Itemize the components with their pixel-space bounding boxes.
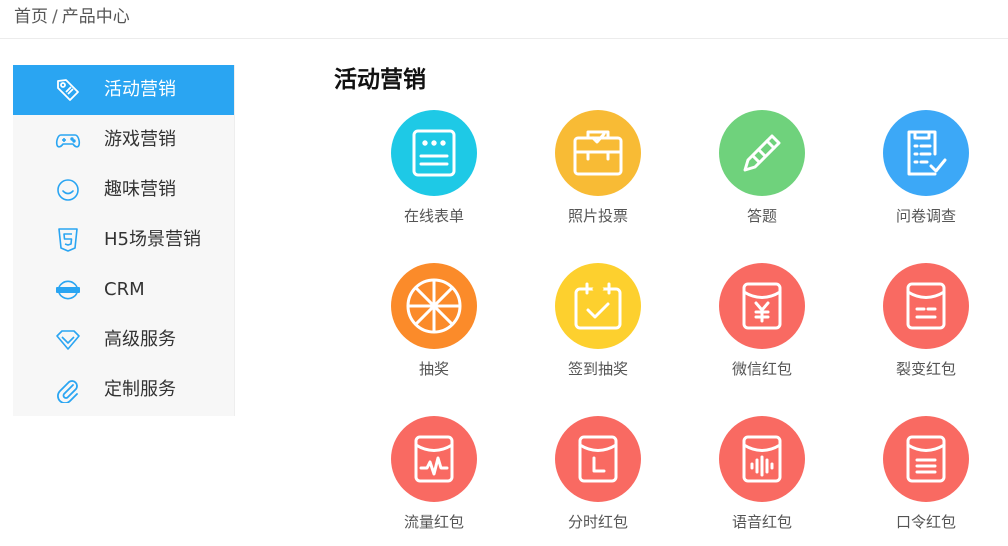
sidebar-item-h5-marketing[interactable]: H5场景营销 bbox=[13, 215, 234, 265]
breadcrumb-separator: / bbox=[52, 7, 58, 27]
breadcrumb: 首页 / 产品中心 bbox=[0, 0, 1008, 39]
section-title: 活动营销 bbox=[334, 67, 426, 93]
breadcrumb-current: 产品中心 bbox=[61, 7, 130, 27]
html5-icon bbox=[55, 227, 81, 253]
sidebar-item-activity-marketing[interactable]: 活动营销 bbox=[13, 65, 234, 115]
product-timed-red-envelope[interactable]: 分时红包 bbox=[538, 416, 658, 546]
product-label: 问卷调查 bbox=[895, 207, 956, 225]
red-envelope-yen-icon bbox=[719, 263, 805, 349]
product-wechat-red-envelope[interactable]: 微信红包 bbox=[702, 263, 822, 393]
product-label: 答题 bbox=[746, 207, 777, 225]
product-lottery[interactable]: 抽奖 bbox=[374, 263, 494, 393]
red-envelope-password-icon bbox=[883, 416, 969, 502]
product-checkin-lottery[interactable]: 签到抽奖 bbox=[538, 263, 658, 393]
sidebar-item-advanced-service[interactable]: 高级服务 bbox=[13, 315, 234, 365]
sidebar-item-label: 活动营销 bbox=[104, 79, 176, 100]
sidebar-item-custom-service[interactable]: 定制服务 bbox=[13, 365, 234, 415]
product-quiz[interactable]: 答题 bbox=[702, 110, 822, 240]
breadcrumb-home-link[interactable]: 首页 bbox=[14, 7, 48, 27]
product-online-form[interactable]: 在线表单 bbox=[374, 110, 494, 240]
survey-checklist-icon bbox=[883, 110, 969, 196]
form-icon bbox=[391, 110, 477, 196]
product-label: 签到抽奖 bbox=[567, 360, 628, 378]
sidebar-item-crm[interactable]: CRM bbox=[13, 265, 234, 315]
calendar-check-icon bbox=[555, 263, 641, 349]
product-label: 在线表单 bbox=[403, 207, 464, 225]
product-data-red-envelope[interactable]: 流量红包 bbox=[374, 416, 494, 546]
product-label: 裂变红包 bbox=[895, 360, 956, 378]
gamepad-icon bbox=[55, 127, 81, 153]
product-label: 照片投票 bbox=[567, 207, 628, 225]
sidebar-item-label: 趣味营销 bbox=[104, 179, 176, 200]
product-survey[interactable]: 问卷调查 bbox=[866, 110, 986, 240]
red-envelope-split-icon bbox=[883, 263, 969, 349]
pencil-icon bbox=[719, 110, 805, 196]
sidebar-item-label: H5场景营销 bbox=[104, 229, 201, 250]
product-label: 语音红包 bbox=[731, 513, 792, 531]
sidebar-item-label: CRM bbox=[104, 279, 145, 300]
smile-icon bbox=[55, 177, 81, 203]
product-label: 微信红包 bbox=[731, 360, 792, 378]
sidebar-item-game-marketing[interactable]: 游戏营销 bbox=[13, 115, 234, 165]
ballot-box-icon bbox=[555, 110, 641, 196]
crm-icon bbox=[55, 277, 81, 303]
sidebar-item-label: 高级服务 bbox=[104, 329, 176, 350]
product-password-red-envelope[interactable]: 口令红包 bbox=[866, 416, 986, 546]
product-label: 分时红包 bbox=[567, 513, 628, 531]
sidebar: 活动营销 游戏营销 趣味营销 H5场景营销 CRM 高级服务 定制服务 bbox=[13, 65, 235, 416]
product-photo-vote[interactable]: 照片投票 bbox=[538, 110, 658, 240]
red-envelope-time-icon bbox=[555, 416, 641, 502]
tag-icon bbox=[55, 77, 81, 103]
paperclip-icon bbox=[55, 377, 81, 403]
product-label: 流量红包 bbox=[403, 513, 464, 531]
sidebar-item-label: 定制服务 bbox=[104, 379, 176, 400]
wheel-icon bbox=[391, 263, 477, 349]
red-envelope-pulse-icon bbox=[391, 416, 477, 502]
product-label: 抽奖 bbox=[418, 360, 449, 378]
red-envelope-voice-icon bbox=[719, 416, 805, 502]
product-fission-red-envelope[interactable]: 裂变红包 bbox=[866, 263, 986, 393]
diamond-icon bbox=[55, 327, 81, 353]
product-label: 口令红包 bbox=[895, 513, 956, 531]
sidebar-item-label: 游戏营销 bbox=[104, 129, 176, 150]
sidebar-item-fun-marketing[interactable]: 趣味营销 bbox=[13, 165, 234, 215]
product-voice-red-envelope[interactable]: 语音红包 bbox=[702, 416, 822, 546]
